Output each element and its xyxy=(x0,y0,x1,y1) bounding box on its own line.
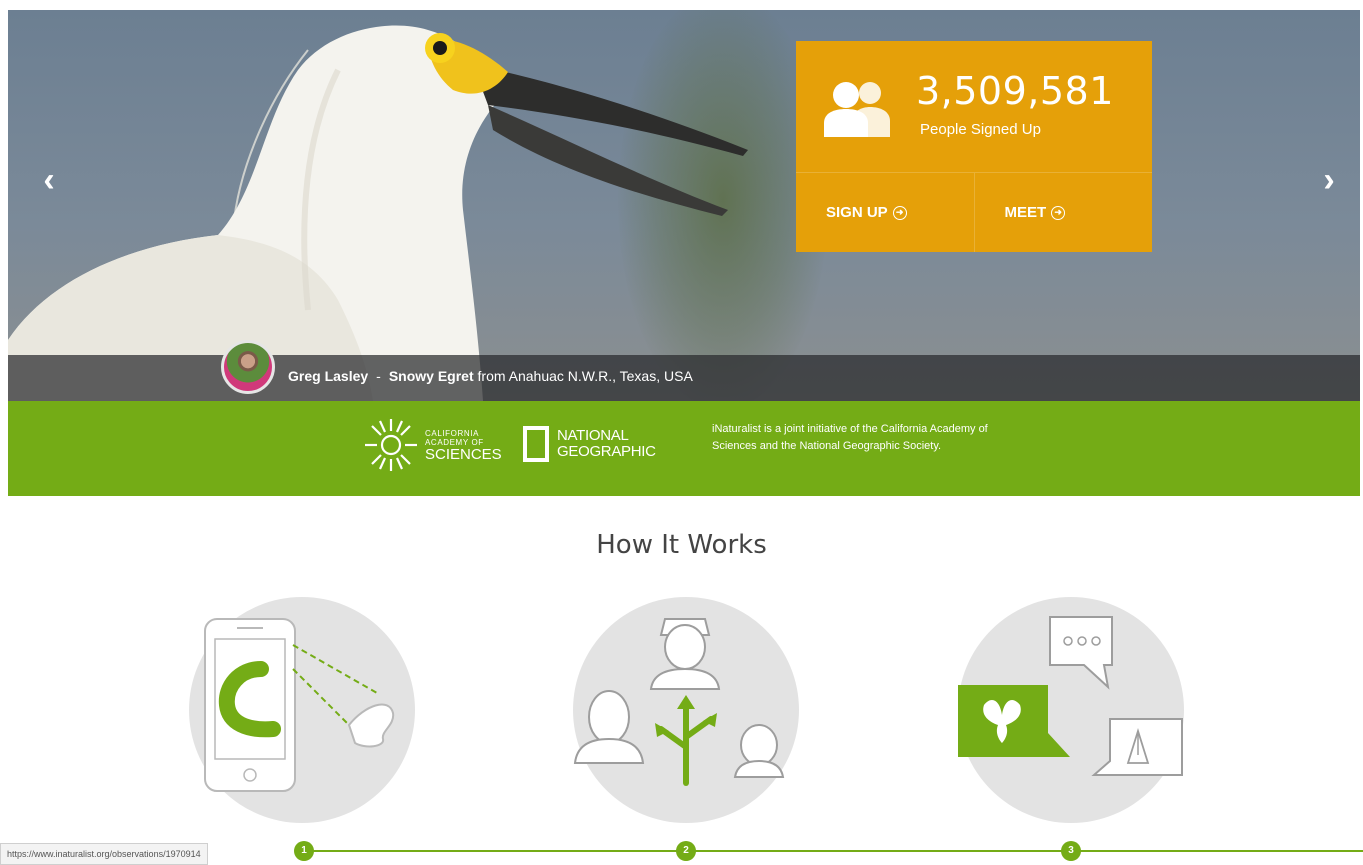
snowy-egret-photo xyxy=(8,25,748,401)
sunburst-logo-icon xyxy=(365,419,417,471)
previous-slide-button[interactable]: ‹ xyxy=(34,160,64,200)
arrow-circle-icon: ➜ xyxy=(892,205,907,220)
browser-status-url: https://www.inaturalist.org/observations… xyxy=(0,843,208,865)
photographer-avatar[interactable] xyxy=(221,340,275,394)
cas-line-3: SCIENCES xyxy=(425,446,502,463)
sign-up-label: SIGN UP xyxy=(826,204,888,221)
california-academy-wordmark: CALIFORNIA ACADEMY OF SCIENCES xyxy=(425,429,502,463)
photographer-link[interactable]: Greg Lasley xyxy=(288,368,368,384)
national-geographic-wordmark: NATIONAL GEOGRAPHIC xyxy=(557,428,656,460)
step-2-badge: 2 xyxy=(676,841,696,861)
people-stats: 3,509,581 People Signed Up xyxy=(796,41,1152,172)
step-2-illustration xyxy=(573,597,799,823)
partner-band: CALIFORNIA ACADEMY OF SCIENCES NATIONAL … xyxy=(8,401,1360,496)
yellow-frame-icon xyxy=(523,426,549,462)
people-signed-up-count: 3,509,581 xyxy=(916,69,1114,113)
people-icon xyxy=(824,82,890,137)
meet-button[interactable]: MEET ➜ xyxy=(973,173,1153,252)
home-page: ‹ › 3,509,581 People Signed Up SIGN UP ➜ xyxy=(0,0,1363,865)
identification-discussion-icon xyxy=(958,616,1183,776)
step-3-badge: 3 xyxy=(1061,841,1081,861)
signup-actions: SIGN UP ➜ MEET ➜ xyxy=(796,172,1152,252)
next-slide-button[interactable]: › xyxy=(1314,160,1344,200)
natgeo-line-1: NATIONAL xyxy=(557,427,629,444)
how-it-works-title: How It Works xyxy=(596,530,767,560)
arrow-circle-icon: ➜ xyxy=(1051,205,1066,220)
step-1-badge: 1 xyxy=(294,841,314,861)
species-link[interactable]: Snowy Egret xyxy=(389,368,474,384)
signup-stats-panel: 3,509,581 People Signed Up SIGN UP ➜ MEE… xyxy=(796,41,1152,252)
sign-up-button[interactable]: SIGN UP ➜ xyxy=(796,173,974,252)
phone-observation-icon xyxy=(204,618,395,792)
cas-line-1: CALIFORNIA xyxy=(425,429,480,438)
california-academy-logo[interactable]: CALIFORNIA ACADEMY OF SCIENCES xyxy=(363,417,503,477)
caption-location: from Anahuac N.W.R., Texas, USA xyxy=(477,368,693,384)
caption-separator: - xyxy=(376,368,381,384)
hero-slideshow: ‹ › 3,509,581 People Signed Up SIGN UP ➜ xyxy=(8,10,1360,401)
step-1-illustration xyxy=(189,597,415,823)
partnership-description: iNaturalist is a joint initiative of the… xyxy=(712,423,988,452)
meet-label: MEET xyxy=(1004,204,1047,221)
photo-caption: Greg Lasley - Snowy Egret from Anahuac N.W… xyxy=(288,368,693,384)
step-3-illustration xyxy=(958,597,1184,823)
national-geographic-logo[interactable]: NATIONAL GEOGRAPHIC xyxy=(523,426,673,468)
natgeo-line-2: GEOGRAPHIC xyxy=(557,443,656,460)
people-signed-up-label: People Signed Up xyxy=(920,121,1041,138)
community-share-icon xyxy=(573,618,785,786)
timeline-line xyxy=(310,850,1363,852)
